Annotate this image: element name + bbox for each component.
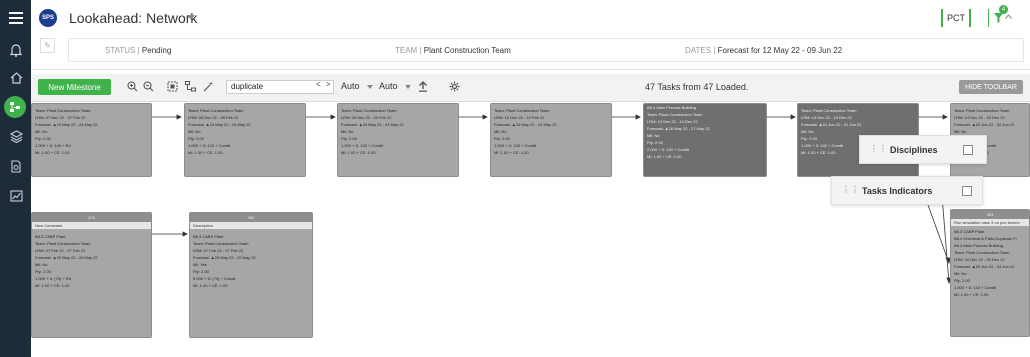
layout-select-2[interactable]: Auto: [379, 81, 398, 91]
disciplines-checkbox[interactable]: [963, 145, 973, 155]
search-next-button[interactable]: >: [326, 80, 331, 89]
filter-count-badge: 4: [999, 5, 1008, 14]
pct-toggle[interactable]: PCT: [941, 9, 971, 27]
page-header: SPS Lookahead: Network PCT 4 ✎ STATUS | …: [31, 0, 1030, 70]
disciplines-toggle[interactable]: ⋮⋮ Disciplines: [859, 135, 987, 164]
hamburger-menu-icon[interactable]: [6, 8, 26, 28]
task-card[interactable]: Team: Plant Construction Team LRM: 10 De…: [490, 103, 612, 177]
pencil-icon[interactable]: ✎: [40, 38, 55, 53]
bell-icon[interactable]: [6, 40, 26, 60]
chevron-down-icon[interactable]: [187, 15, 195, 20]
network-canvas[interactable]: Team: Plant Construction Team LRM: 07 De…: [31, 103, 1030, 357]
task-card[interactable]: Team: Plant Construction Team LRM: 07 De…: [31, 103, 152, 177]
home-icon[interactable]: [6, 68, 26, 88]
task-count-status: 47 Tasks from 47 Loaded.: [645, 82, 749, 92]
dates-label: DATES: [685, 46, 712, 55]
dates-value: Forecast for 12 May 22 - 09 Jun 22: [717, 46, 843, 55]
tasks-indicators-checkbox[interactable]: [962, 186, 972, 196]
layout-network-icon[interactable]: [184, 80, 197, 93]
filter-icon: [994, 13, 1003, 23]
chart-icon[interactable]: [6, 186, 26, 206]
drag-handle-icon[interactable]: ⋮⋮: [870, 144, 888, 153]
new-milestone-button[interactable]: New Milestone: [38, 79, 111, 95]
chevron-up-icon: [1005, 14, 1012, 19]
team-value: Plant Construction Team: [423, 46, 511, 55]
task-card[interactable]: Team: Plant Construction Team LRM: 09 De…: [337, 103, 459, 177]
layout-select-1[interactable]: Auto: [341, 81, 360, 91]
info-bar: STATUS | Pending TEAM | Plant Constructi…: [68, 38, 1024, 62]
task-card[interactable]: B8.4 Main Process Building Team: Plant C…: [643, 103, 767, 177]
chevron-down-icon[interactable]: [367, 85, 373, 89]
status-label: STATUS: [105, 46, 136, 55]
page-title[interactable]: Lookahead: Network: [69, 10, 197, 26]
chevron-down-icon[interactable]: [405, 85, 411, 89]
side-rail: [0, 0, 31, 357]
tasks-indicators-toggle[interactable]: ⋮⋮ Tasks Indicators: [831, 176, 983, 205]
drag-handle-icon[interactable]: ⋮⋮: [842, 185, 860, 194]
search-nav: < >: [316, 80, 331, 89]
task-card[interactable]: 380 Description B8.3 CABP Plant Team: Pl…: [189, 212, 313, 338]
task-card[interactable]: 383 Run simulation case 3 on pco techno …: [950, 209, 1030, 337]
disciplines-label: Disciplines: [890, 145, 938, 155]
network-view-icon[interactable]: [4, 96, 26, 118]
layers-icon[interactable]: [6, 126, 26, 146]
company-logo: SPS: [39, 9, 57, 27]
upload-icon[interactable]: [416, 80, 429, 93]
zoom-out-icon[interactable]: [142, 80, 155, 93]
team-label: TEAM: [395, 46, 418, 55]
zoom-in-icon[interactable]: [126, 80, 139, 93]
fit-to-screen-icon[interactable]: [166, 80, 179, 93]
toolbar: New Milestone duplicate < > Auto Auto 47…: [31, 74, 1030, 102]
hide-toolbar-button[interactable]: HIDE TOOLBAR: [959, 80, 1023, 94]
document-gear-icon[interactable]: [6, 156, 26, 176]
task-card[interactable]: Team: Plant Construction Team LRM: 08 De…: [184, 103, 306, 177]
magic-wand-icon[interactable]: [202, 80, 215, 93]
tasks-indicators-label: Tasks Indicators: [862, 186, 933, 196]
task-card[interactable]: 473 New Constraint B8.3 CABP Plant Team:…: [31, 212, 152, 338]
status-value: Pending: [141, 46, 172, 55]
search-prev-button[interactable]: <: [316, 80, 321, 89]
gear-icon[interactable]: [448, 80, 461, 93]
